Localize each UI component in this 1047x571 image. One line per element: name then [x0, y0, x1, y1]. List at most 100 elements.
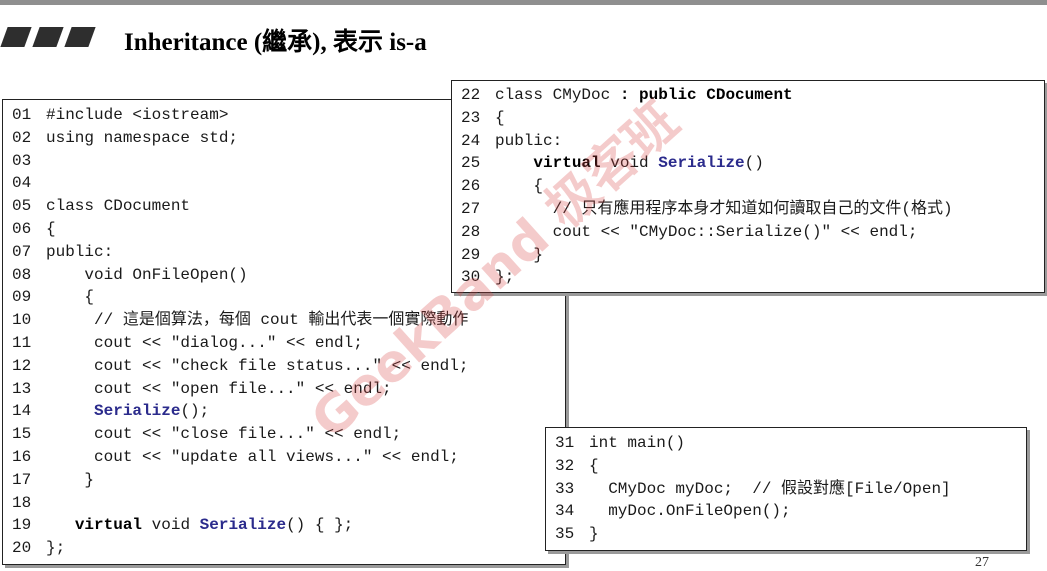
- line-number: 06: [12, 220, 32, 238]
- code-text: void: [142, 516, 200, 535]
- code-line: 11 cout << "dialog..." << endl;: [12, 332, 363, 355]
- code-line: 26 {: [461, 175, 543, 198]
- code-line: 19 virtual void Serialize() { };: [12, 514, 353, 537]
- code-line: 14 Serialize();: [12, 400, 209, 423]
- line-number: 14: [12, 402, 32, 421]
- line-number: 27: [461, 200, 481, 218]
- line-number: 05: [12, 197, 32, 216]
- code-line: 34 myDoc.OnFileOpen();: [555, 500, 791, 523]
- code-line: 15 cout << "close file..." << endl;: [12, 423, 401, 446]
- code-function-name: Serialize: [94, 402, 181, 421]
- code-text: cout << "close file..." << endl;: [46, 425, 402, 444]
- line-number: 10: [12, 311, 32, 330]
- slide-title: Inheritance (繼承), 表示 is-a: [124, 29, 427, 56]
- code-text: void OnFileOpen(): [46, 265, 248, 284]
- code-line: 25 virtual void Serialize(): [461, 152, 764, 175]
- line-number: 09: [12, 288, 32, 307]
- code-text: class CDocument: [46, 197, 191, 216]
- code-line: 04: [12, 172, 46, 195]
- line-number: 30: [461, 268, 481, 287]
- line-number: 31: [555, 434, 575, 452]
- code-text: }: [495, 245, 544, 264]
- code-text: public:: [495, 131, 563, 150]
- code-line: 18: [12, 492, 46, 515]
- code-line: 29 }: [461, 244, 543, 267]
- line-number: 25: [461, 154, 481, 173]
- code-line: 16 cout << "update all views..." << endl…: [12, 446, 459, 469]
- code-line: 10 // 這是個算法，每個 cout 輸出代表一個實際動作: [12, 309, 468, 332]
- line-number: 34: [555, 502, 575, 521]
- line-number: 11: [12, 334, 32, 352]
- line-number: 28: [461, 222, 481, 241]
- code-function-name: Serialize: [199, 516, 287, 535]
- code-line: 24 public:: [461, 130, 562, 153]
- code-line: 02 using namespace std;: [12, 127, 238, 150]
- code-text: {: [46, 288, 95, 307]
- code-line: 20};: [12, 537, 65, 560]
- line-number: 29: [461, 245, 481, 264]
- code-line: 09 {: [12, 286, 94, 309]
- code-text: #include <iostream>: [46, 106, 229, 124]
- line-number: 33: [555, 479, 575, 498]
- line-number: 32: [555, 456, 575, 475]
- code-text: cout << "update all views..." << endl;: [46, 448, 459, 466]
- code-line: 08 void OnFileOpen(): [12, 264, 248, 287]
- line-number: 08: [12, 265, 32, 284]
- code-line: 27 // 只有應用程序本身才知道如何讀取自己的文件(格式): [461, 198, 953, 221]
- line-number: 03: [12, 151, 32, 170]
- code-line: 13 cout << "open file..." << endl;: [12, 378, 392, 401]
- code-text: void: [600, 154, 659, 173]
- code-line: 32 {: [555, 455, 599, 478]
- code-line: 22 class CMyDoc : public CDocument: [461, 84, 793, 107]
- line-number: 07: [12, 242, 32, 261]
- code-line: 35}: [555, 523, 599, 546]
- title-decoration: [0, 27, 100, 47]
- code-text: cout << "check file status..." << endl;: [46, 356, 469, 375]
- code-line: 06 {: [12, 218, 56, 241]
- code-text: };: [495, 268, 515, 287]
- code-text: (): [744, 154, 764, 173]
- code-text: // 這是個算法，每個 cout 輸出代表一個實際動作: [46, 311, 469, 330]
- code-text: () { };: [286, 516, 354, 535]
- line-number: 01: [12, 106, 32, 124]
- line-number: 23: [461, 108, 481, 127]
- code-text: myDoc.OnFileOpen();: [589, 502, 791, 521]
- line-number: 16: [12, 448, 32, 466]
- code-keyword: virtual: [74, 516, 143, 535]
- code-text: class CMyDoc: [495, 86, 620, 104]
- stripe-bar: [64, 27, 96, 47]
- stripe-bar: [0, 27, 32, 47]
- line-number: 02: [12, 128, 32, 147]
- line-number: 04: [12, 174, 32, 193]
- code-line: 07 public:: [12, 241, 113, 264]
- code-text: {: [495, 177, 544, 196]
- code-line: 23 {: [461, 107, 505, 130]
- code-text: CMyDoc myDoc; // 假設對應[File/Open]: [589, 479, 951, 498]
- code-line: 12 cout << "check file status..." << end…: [12, 355, 468, 378]
- code-text: int main(): [589, 434, 686, 452]
- code-text: public:: [46, 242, 114, 261]
- code-text: cout << "open file..." << endl;: [46, 379, 392, 398]
- line-number: 24: [461, 131, 481, 150]
- code-line: 33 CMyDoc myDoc; // 假設對應[File/Open]: [555, 478, 951, 501]
- code-box-main: 31 int main() 32 {33 CMyDoc myDoc; // 假設對應[…: [545, 427, 1027, 551]
- code-line: 17 }: [12, 469, 94, 492]
- code-text: {: [589, 456, 599, 475]
- page-number: 27: [975, 555, 989, 570]
- line-number: 22: [461, 86, 481, 104]
- code-text: cout << "CMyDoc::Serialize()" << endl;: [495, 222, 918, 241]
- code-text: {: [495, 108, 505, 127]
- code-line: 03: [12, 150, 46, 173]
- line-number: 13: [12, 379, 32, 398]
- code-text: using namespace std;: [46, 128, 239, 147]
- code-line: 01 #include <iostream>: [12, 104, 228, 127]
- line-number: 15: [12, 425, 32, 444]
- code-text: }: [46, 470, 95, 489]
- line-number: 26: [461, 177, 481, 196]
- code-line: 31 int main(): [555, 432, 685, 455]
- code-text: cout << "dialog..." << endl;: [46, 334, 363, 352]
- line-number: 19: [12, 516, 32, 535]
- line-number: 17: [12, 470, 32, 489]
